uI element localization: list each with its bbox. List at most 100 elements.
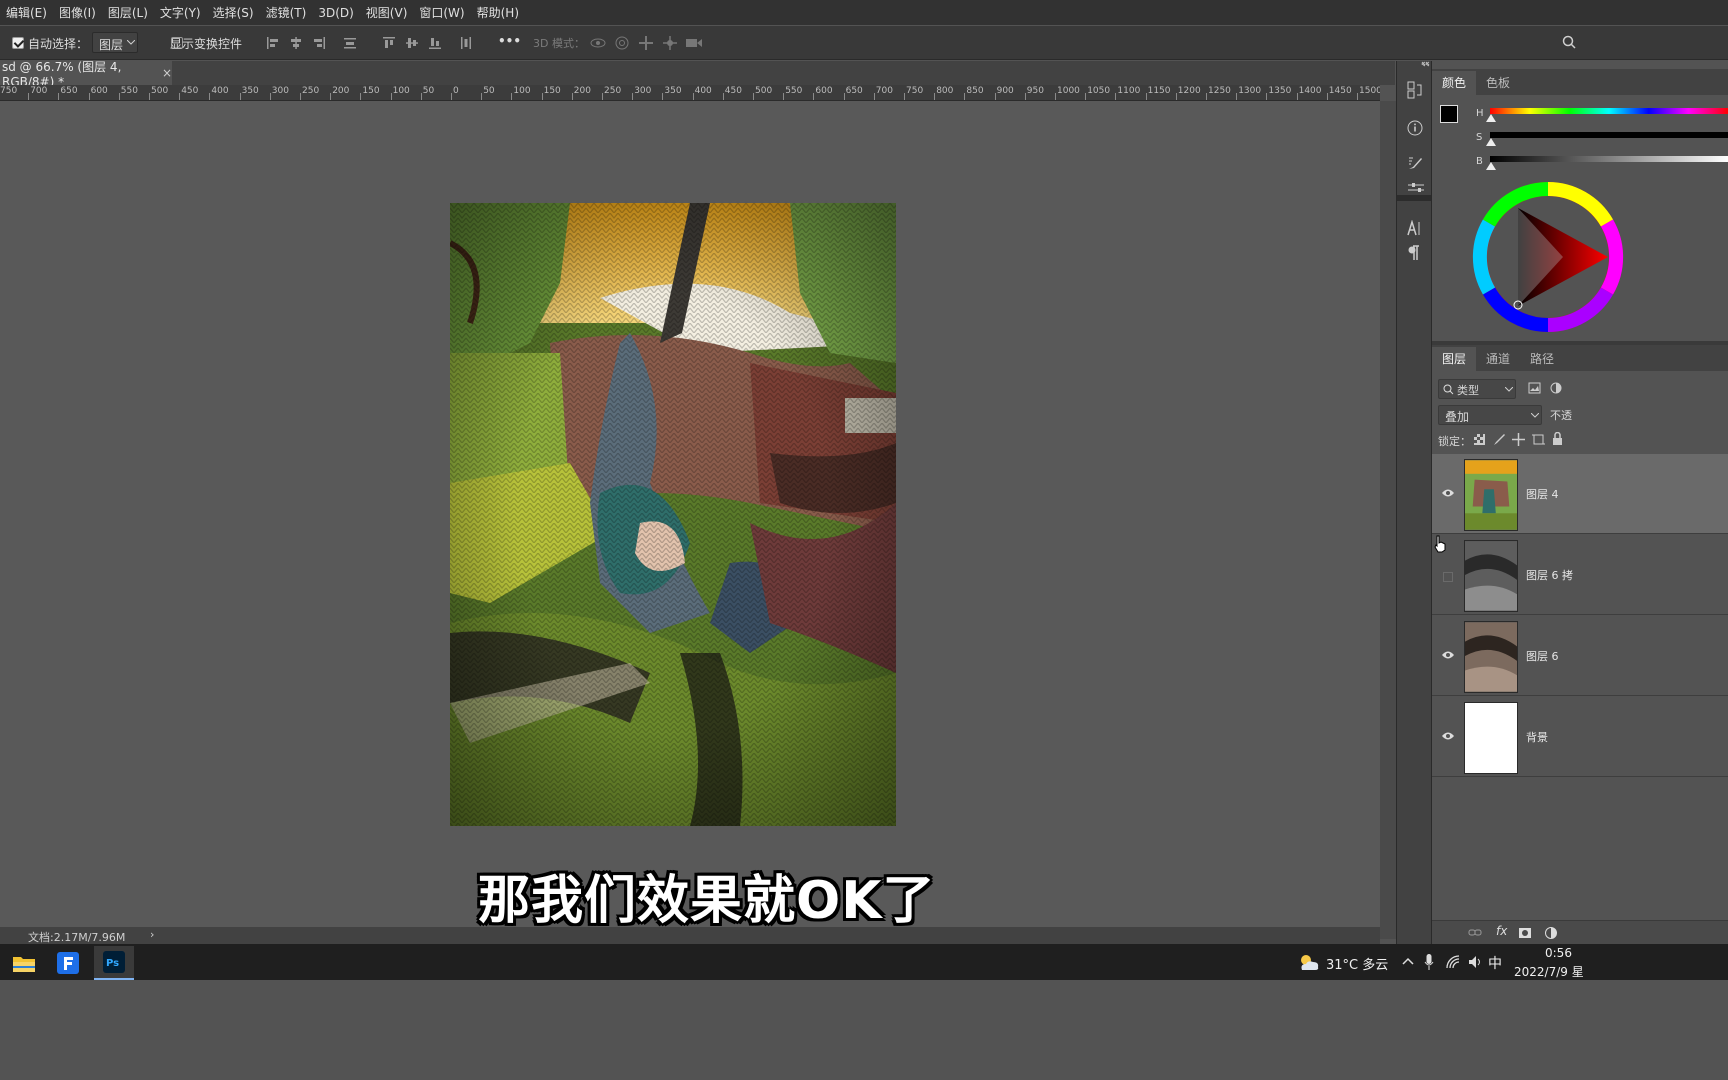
knitted-artwork-image[interactable]	[450, 203, 896, 826]
menu-3d[interactable]: 3D(D)	[312, 6, 359, 20]
ruler-tick-label: 950	[1026, 86, 1044, 96]
clock-time[interactable]: 0:56	[1545, 946, 1572, 960]
ruler-tick-label: 250	[604, 86, 622, 96]
lock-image-pixels-icon[interactable]	[1493, 433, 1506, 446]
layer-effects-button[interactable]: fx	[1496, 924, 1507, 938]
ruler-tick-label: 650	[845, 86, 863, 96]
microphone-icon[interactable]	[1424, 953, 1434, 971]
menu-help[interactable]: 帮助(H)	[471, 4, 525, 21]
3d-slide-icon[interactable]	[662, 35, 678, 51]
saturation-slider-handle[interactable]	[1486, 138, 1496, 146]
3d-pan-icon[interactable]	[638, 35, 654, 51]
auto-select-target-dropdown[interactable]: 图层	[92, 32, 138, 53]
taskbar-file-explorer[interactable]	[4, 946, 44, 980]
filter-adjustment-layers-icon[interactable]	[1550, 382, 1562, 394]
menu-select[interactable]: 选择(S)	[207, 4, 260, 21]
menu-type[interactable]: 文字(Y)	[154, 4, 207, 21]
align-right-edges-icon[interactable]	[312, 36, 326, 50]
menu-filter[interactable]: 滤镜(T)	[260, 4, 313, 21]
link-layers-icon[interactable]	[1468, 928, 1482, 938]
ruler-tick-label: 300	[634, 86, 652, 96]
weather-text[interactable]: 31°C 多云	[1326, 954, 1388, 973]
adjustments-icon[interactable]	[1407, 182, 1425, 192]
3d-roll-icon[interactable]	[615, 36, 629, 50]
menu-view[interactable]: 视图(V)	[360, 4, 414, 21]
layers-panel-footer: fx	[1432, 920, 1728, 944]
lock-transparent-pixels-icon[interactable]	[1474, 434, 1485, 445]
auto-select-target-value: 图层	[99, 38, 124, 52]
windows-taskbar: Ps 31°C 多云 中 0:56 2022/7/9 星	[0, 944, 1728, 980]
network-icon[interactable]	[1446, 955, 1460, 969]
tab-paths[interactable]: 路径	[1520, 347, 1564, 371]
info-icon[interactable]	[1407, 120, 1423, 136]
layer-thumbnail	[1464, 459, 1518, 531]
3d-camera-icon[interactable]	[685, 36, 703, 50]
hue-slider-handle[interactable]	[1486, 114, 1496, 122]
menu-window[interactable]: 窗口(W)	[413, 4, 470, 21]
document-tab-close-button[interactable]: ×	[162, 66, 172, 80]
layer-row[interactable]: 背景	[1432, 697, 1728, 777]
brightness-slider-handle[interactable]	[1486, 162, 1496, 170]
menu-image[interactable]: 图像(I)	[53, 4, 102, 21]
ruler-tick-label: 200	[573, 86, 591, 96]
menu-edit[interactable]: 编辑(E)	[0, 4, 53, 21]
layer-row[interactable]: 图层 4	[1432, 454, 1728, 534]
tab-swatches[interactable]: 色板	[1476, 71, 1520, 95]
eye-icon[interactable]	[1441, 488, 1455, 498]
status-menu-arrow[interactable]: ›	[150, 928, 154, 941]
filter-pixel-layers-icon[interactable]	[1528, 382, 1541, 394]
distribute-vertical-icon[interactable]	[343, 36, 357, 50]
collapse-panels-icon[interactable]	[1421, 61, 1431, 67]
foreground-color-swatch[interactable]	[1440, 105, 1458, 123]
vertical-scrollbar[interactable]	[1380, 101, 1396, 939]
add-mask-icon[interactable]	[1518, 927, 1532, 939]
clock-date[interactable]: 2022/7/9 星	[1514, 963, 1584, 980]
ruler-tick-label: 500	[151, 86, 169, 96]
taskbar-photoshop[interactable]: Ps	[94, 946, 134, 980]
hand-cursor-icon	[1434, 535, 1446, 553]
hue-slider[interactable]	[1490, 108, 1728, 114]
layer-row[interactable]: 图层 6	[1432, 616, 1728, 696]
weather-partly-cloudy-icon[interactable]	[1297, 952, 1321, 972]
ruler-tick-mark	[813, 93, 815, 100]
layer-row[interactable]: 图层 6 拷	[1432, 535, 1728, 615]
layer-filter-dropdown[interactable]: 类型	[1438, 379, 1516, 399]
tab-layers[interactable]: 图层	[1432, 347, 1477, 371]
align-horizontal-centers-icon[interactable]	[289, 36, 303, 50]
brush-settings-icon[interactable]	[1407, 155, 1425, 173]
3d-orbit-icon[interactable]	[590, 36, 606, 50]
brightness-slider[interactable]	[1490, 156, 1728, 162]
paragraph-icon[interactable]	[1408, 245, 1420, 261]
distribute-horizontal-icon[interactable]	[459, 36, 473, 50]
align-top-edges-icon[interactable]	[382, 36, 396, 50]
eye-icon[interactable]	[1441, 650, 1455, 660]
layer-filter-value: 类型	[1457, 384, 1479, 397]
align-vertical-centers-icon[interactable]	[405, 36, 419, 50]
character-icon[interactable]	[1407, 220, 1423, 236]
document-tab[interactable]: sd @ 66.7% (图层 4, RGB/8#) * ×	[0, 60, 172, 89]
more-options-button[interactable]: •••	[498, 34, 521, 48]
tab-color[interactable]: 颜色	[1432, 71, 1477, 95]
lock-position-icon[interactable]	[1512, 433, 1525, 446]
lock-all-icon[interactable]	[1552, 432, 1563, 445]
volume-icon[interactable]	[1467, 954, 1483, 970]
taskbar-feishu[interactable]	[48, 946, 88, 980]
lock-artboard-icon[interactable]	[1532, 433, 1545, 446]
align-bottom-edges-icon[interactable]	[428, 36, 442, 50]
color-wheel[interactable]	[1468, 181, 1632, 333]
new-adjustment-layer-icon[interactable]	[1544, 926, 1558, 940]
ime-indicator[interactable]: 中	[1488, 953, 1502, 973]
chevron-up-icon[interactable]	[1402, 957, 1414, 965]
auto-select-checkbox[interactable]	[12, 37, 24, 49]
tab-channels[interactable]: 通道	[1476, 347, 1520, 371]
ruler-tick-label: 100	[392, 86, 410, 96]
saturation-slider[interactable]	[1490, 132, 1728, 138]
visibility-toggle-off[interactable]	[1443, 572, 1453, 582]
ruler-tick-label: 600	[90, 86, 108, 96]
eye-icon[interactable]	[1441, 731, 1455, 741]
blend-mode-dropdown[interactable]: 叠加	[1438, 405, 1542, 425]
menu-layer[interactable]: 图层(L)	[102, 4, 154, 21]
align-left-edges-icon[interactable]	[266, 36, 280, 50]
search-icon[interactable]	[1562, 35, 1576, 49]
history-icon[interactable]	[1407, 81, 1423, 99]
